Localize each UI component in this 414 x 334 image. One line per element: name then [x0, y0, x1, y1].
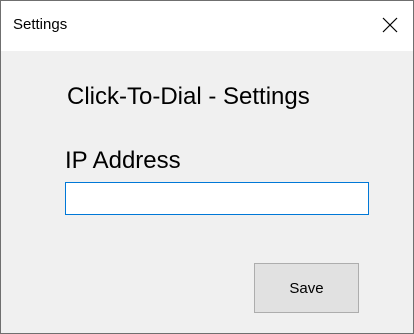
settings-window: Settings Click-To-Dial - Settings IP Add…: [0, 0, 414, 334]
close-icon: [382, 17, 398, 33]
save-button[interactable]: Save: [254, 263, 359, 313]
ip-address-label: IP Address: [65, 147, 181, 174]
form-heading: Click-To-Dial - Settings: [67, 83, 310, 110]
ip-address-input[interactable]: [65, 182, 369, 215]
window-title: Settings: [13, 16, 68, 33]
title-bar[interactable]: Settings: [1, 1, 413, 51]
close-button[interactable]: [367, 1, 413, 51]
